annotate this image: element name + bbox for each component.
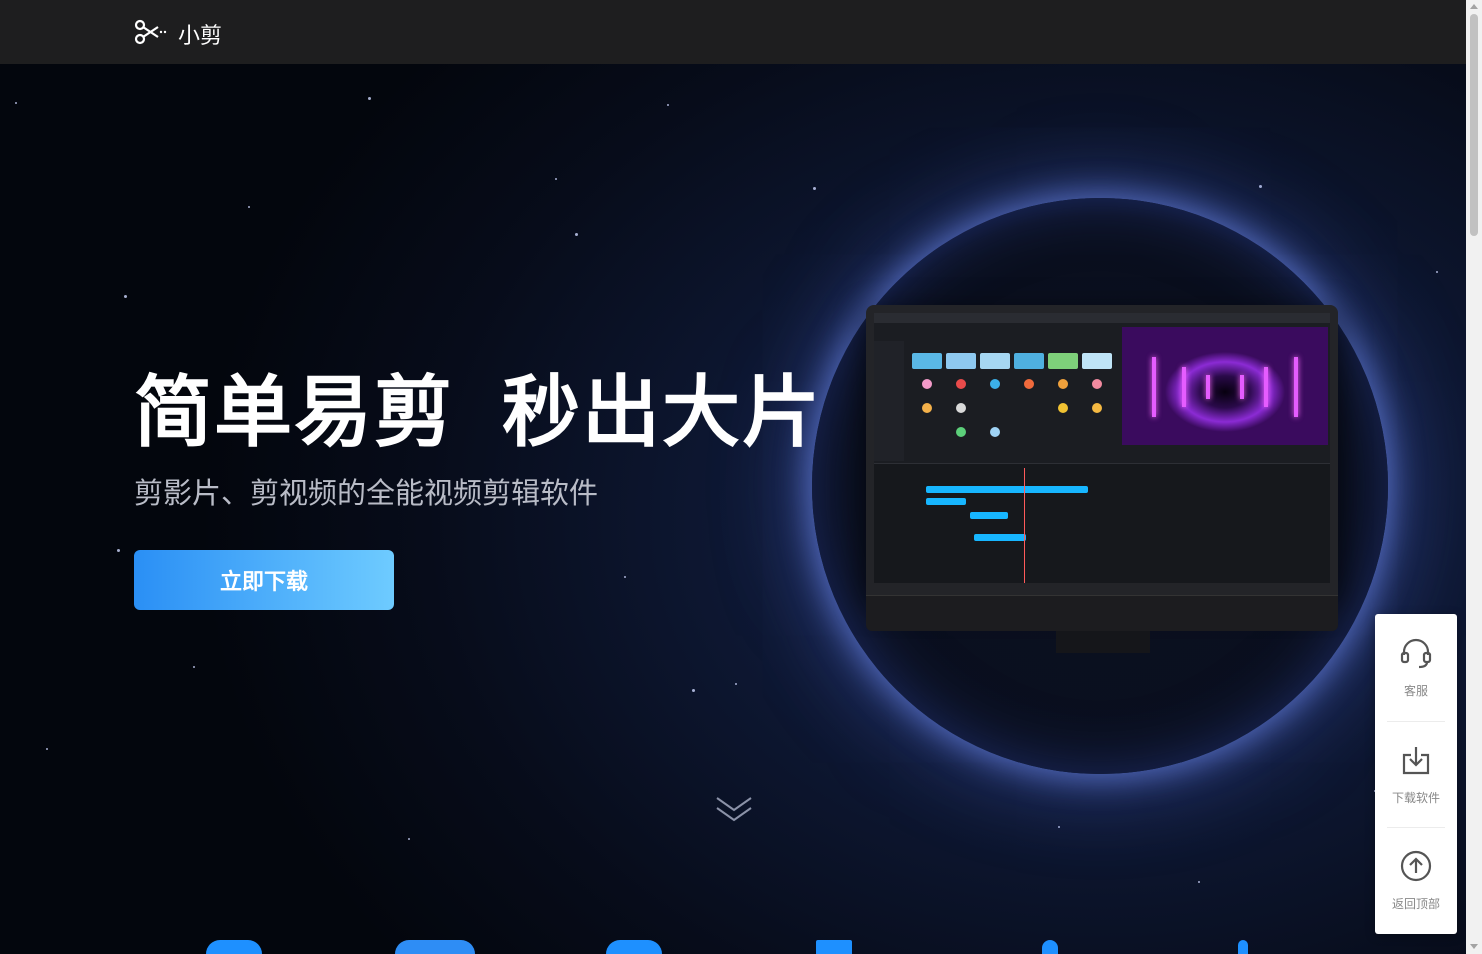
customer-service-button[interactable]: 客服 [1375,614,1457,720]
brand-name: 小剪 [178,24,223,49]
page-scrollbar[interactable] [1466,0,1482,954]
brand-logo[interactable]: 小剪 [134,18,222,50]
timeline-clip [926,486,1088,493]
feature-icon-peek [1238,940,1248,954]
app-sidebar [874,341,904,461]
sticker [922,403,932,413]
thumbnail [946,353,976,369]
neon-light [1240,375,1244,399]
feature-icons-peek [0,940,1466,954]
download-software-button[interactable]: 下载软件 [1375,721,1457,827]
hero-section: 简单易剪 秒出大片 剪影片、剪视频的全能视频剪辑软件 立即下载 [0,0,1466,954]
star [555,178,557,180]
download-icon [1399,743,1433,781]
sticker [922,379,932,389]
thumbnail [1014,353,1044,369]
sticker [956,379,966,389]
star [124,295,127,298]
star [624,576,626,578]
hero-headline: 简单易剪 秒出大片 [134,350,822,462]
sticker [956,427,966,437]
star [193,666,195,668]
star [1198,881,1200,883]
neon-light [1152,357,1156,417]
sticker [1024,379,1034,389]
thumbnail [1048,353,1078,369]
star [735,683,737,685]
chevron-down-icon[interactable] [715,794,753,830]
star [248,206,250,208]
monitor-stand [1056,631,1150,653]
software-screenshot-monitor [866,305,1338,653]
side-item-label: 返回顶部 [1391,896,1440,911]
thumbnail [1082,353,1112,369]
star [813,187,816,190]
side-item-label: 客服 [1403,683,1428,698]
feature-icon-peek [606,940,662,954]
headline-part1: 简单易剪 [134,368,455,458]
scroll-down-arrow[interactable] [1470,944,1478,949]
timeline-clip [970,512,1008,519]
star [117,549,120,552]
arrow-up-circle-icon [1399,849,1433,887]
star [15,102,17,104]
floating-side-panel: 客服 下载软件 返回顶部 [1375,614,1457,934]
neon-light [1206,375,1210,399]
headline-part2: 秒出大片 [502,368,823,458]
top-navbar: 小剪 [0,0,1466,64]
star [1058,826,1060,828]
feature-icon-peek [1042,940,1058,954]
monitor-screen [874,313,1330,583]
hero-subheadline: 剪影片、剪视频的全能视频剪辑软件 [134,476,599,510]
headset-icon [1399,636,1433,674]
neon-light [1264,367,1268,407]
sticker [1058,403,1068,413]
scissors-icon [134,19,168,49]
star [408,838,410,840]
star [1259,185,1262,188]
timeline-playhead [1024,468,1025,583]
side-item-label: 下载软件 [1391,790,1440,805]
scroll-thumb[interactable] [1470,14,1478,236]
sticker [1058,379,1068,389]
back-to-top-button[interactable]: 返回顶部 [1375,827,1457,933]
neon-light [1294,357,1298,417]
sticker [1092,379,1102,389]
timeline-clip [926,498,966,505]
star [692,689,695,692]
feature-icon-peek [816,940,852,954]
monitor-chin [866,595,1338,631]
sticker [956,403,966,413]
download-now-button[interactable]: 立即下载 [134,550,394,610]
star [575,233,578,236]
sticker [990,427,1000,437]
timeline-clip [974,534,1026,541]
feature-icon-peek [206,940,262,954]
neon-light [1182,367,1186,407]
thumbnail [980,353,1010,369]
app-titlebar [874,313,1330,323]
sticker [1092,403,1102,413]
star [1436,271,1438,273]
editing-timeline [874,463,1330,583]
scroll-up-arrow[interactable] [1470,4,1478,9]
star [46,748,48,750]
star [368,97,371,100]
feature-icon-peek [395,940,475,954]
monitor-bezel [866,305,1338,595]
star [667,104,669,106]
thumbnail [912,353,942,369]
sticker [990,379,1000,389]
video-preview [1122,327,1328,445]
